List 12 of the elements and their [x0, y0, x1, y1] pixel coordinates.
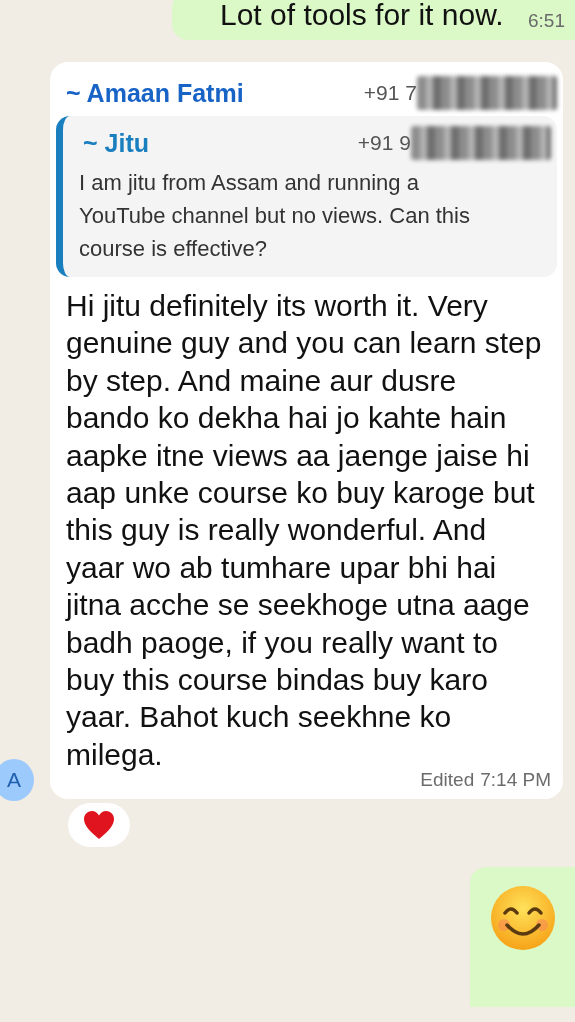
message-text: Lot of tools for it now. [220, 0, 505, 32]
quoted-text: I am jitu from Assam and running a YouTube channel but no views. Can this course is effective? [79, 169, 471, 263]
message-time: 6:51 [528, 10, 565, 32]
smiling-face-icon [490, 885, 556, 952]
quoted-sender-phone: +91 9 [357, 131, 411, 155]
sender-avatar[interactable]: A [0, 759, 34, 802]
sender-phone: +91 7 [363, 81, 417, 105]
quoted-message[interactable]: ~ Jitu +91 9 I am jitu from Assam and running a YouTube channel but no views. Can this course is effective? [56, 116, 557, 277]
sender-name: ~ Amaan Fatmi [66, 78, 245, 108]
quoted-sender-name: ~ Jitu [83, 128, 150, 158]
heart-icon [83, 810, 115, 841]
reaction-badge[interactable] [68, 803, 130, 848]
